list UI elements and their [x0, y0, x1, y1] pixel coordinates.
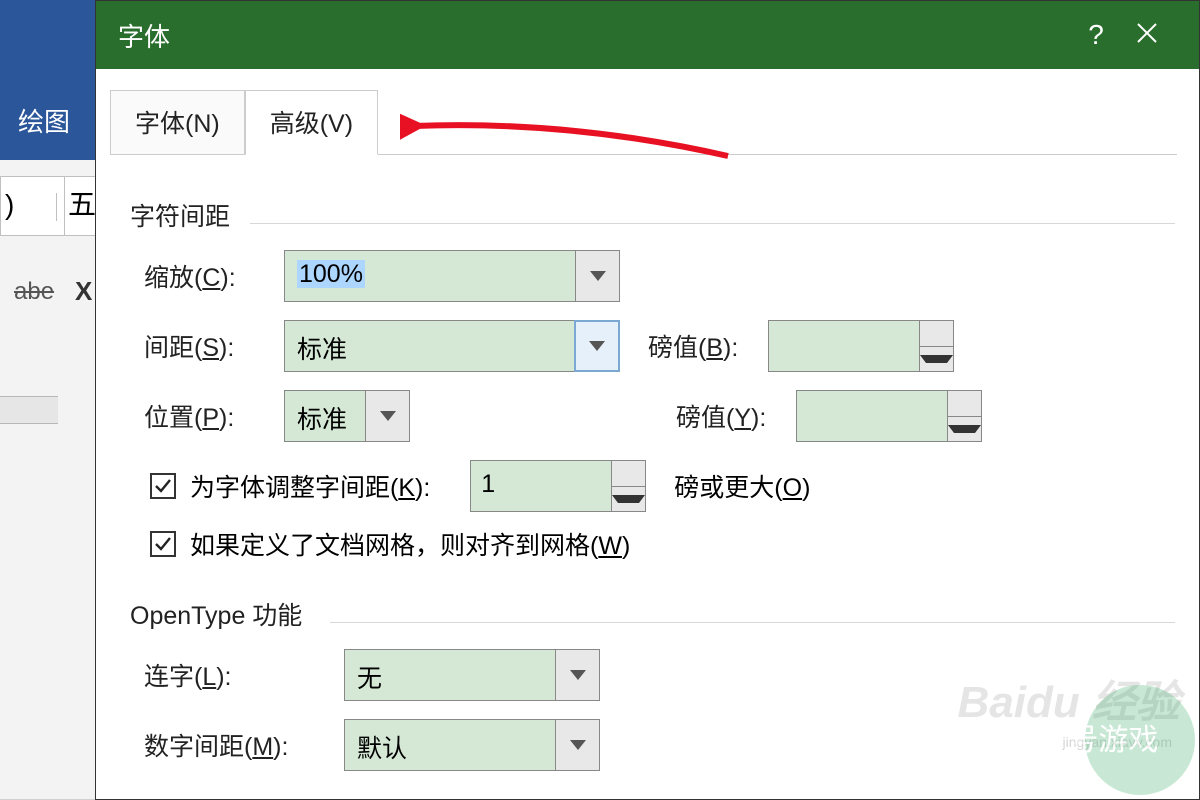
chevron-down-icon[interactable] — [574, 320, 620, 372]
watermark-baidu: Baidu 经验 — [958, 666, 1180, 730]
spin-down-icon[interactable] — [920, 347, 953, 372]
chevron-down-icon[interactable] — [575, 251, 619, 301]
scale-combo[interactable]: 100% — [284, 250, 620, 302]
row-spacing: 间距(S): 标准 磅值(B): — [144, 320, 1175, 372]
section-divider — [330, 622, 1175, 623]
spin-down-icon[interactable] — [612, 487, 645, 512]
scale-label: 缩放(C): — [144, 258, 284, 294]
section-char-spacing: 字符间距 — [130, 197, 1175, 233]
ribbon-tab-draw[interactable]: 绘图 — [18, 102, 70, 139]
help-button[interactable]: ? — [1075, 19, 1117, 51]
row-kerning: 为字体调整字间距(K): 1 磅或更大(O) — [150, 460, 1175, 512]
ribbon-body-background — [0, 160, 95, 800]
close-icon — [1135, 21, 1159, 45]
scale-value[interactable]: 100% — [285, 251, 575, 301]
position-pt-spin[interactable] — [796, 390, 982, 442]
chevron-down-icon[interactable] — [365, 391, 409, 441]
ligatures-combo[interactable]: 无 — [344, 649, 600, 701]
superscript-x: X — [75, 276, 92, 307]
ruler-fragment — [0, 396, 58, 424]
close-button[interactable] — [1117, 21, 1177, 50]
kerning-checkbox[interactable] — [150, 473, 176, 499]
chevron-down-icon[interactable] — [555, 720, 599, 770]
strikethrough-sample: abe — [14, 278, 54, 306]
spacing-combo[interactable]: 标准 — [284, 320, 620, 372]
num-spacing-value[interactable]: 默认 — [345, 720, 555, 770]
dialog-title: 字体 — [118, 17, 1075, 54]
check-icon — [154, 535, 172, 553]
watermark-url: jingyan.xiavv.com — [1063, 734, 1172, 750]
spacing-pt-label: 磅值(B): — [648, 328, 768, 364]
spin-up-icon[interactable] — [920, 321, 953, 347]
spacing-value[interactable]: 标准 — [285, 321, 575, 371]
position-pt-label: 磅值(Y): — [676, 398, 796, 434]
spacing-pt-value[interactable] — [769, 321, 919, 371]
kerning-suffix: 磅或更大(O) — [674, 468, 810, 504]
titlebar: 字体 ? — [96, 1, 1199, 69]
spin-up-icon[interactable] — [948, 391, 981, 417]
font-dropdown-text: ) — [5, 189, 14, 221]
tab-strip: 字体(N) 高级(V) — [96, 91, 1199, 155]
tab-advanced[interactable]: 高级(V) — [245, 90, 378, 155]
spin-up-icon[interactable] — [612, 461, 645, 487]
spacing-pt-spin[interactable] — [768, 320, 954, 372]
row-position: 位置(P): 标准 磅值(Y): — [144, 390, 1175, 442]
snap-grid-checkbox[interactable] — [150, 531, 176, 557]
position-pt-value[interactable] — [797, 391, 947, 441]
num-spacing-combo[interactable]: 默认 — [344, 719, 600, 771]
ligatures-label: 连字(L): — [144, 657, 344, 693]
spacing-label: 间距(S): — [144, 328, 284, 364]
check-icon — [154, 477, 172, 495]
tab-font[interactable]: 字体(N) — [110, 90, 245, 155]
num-spacing-label: 数字间距(M): — [144, 727, 344, 763]
position-label: 位置(P): — [144, 398, 284, 434]
section-opentype: OpenType 功能 — [130, 596, 1175, 632]
chevron-down-icon[interactable] — [555, 650, 599, 700]
spin-down-icon[interactable] — [948, 417, 981, 442]
position-combo[interactable]: 标准 — [284, 390, 410, 442]
kerning-label: 为字体调整字间距(K): — [190, 468, 430, 504]
ligatures-value[interactable]: 无 — [345, 650, 555, 700]
kerning-spin[interactable]: 1 — [470, 460, 646, 512]
row-snap-grid: 如果定义了文档网格，则对齐到网格(W) — [150, 526, 1175, 562]
snap-grid-label: 如果定义了文档网格，则对齐到网格(W) — [190, 526, 630, 562]
row-scale: 缩放(C): 100% — [144, 250, 1175, 302]
section-divider — [250, 223, 1175, 224]
position-value[interactable]: 标准 — [285, 391, 365, 441]
kerning-value[interactable]: 1 — [471, 461, 611, 511]
